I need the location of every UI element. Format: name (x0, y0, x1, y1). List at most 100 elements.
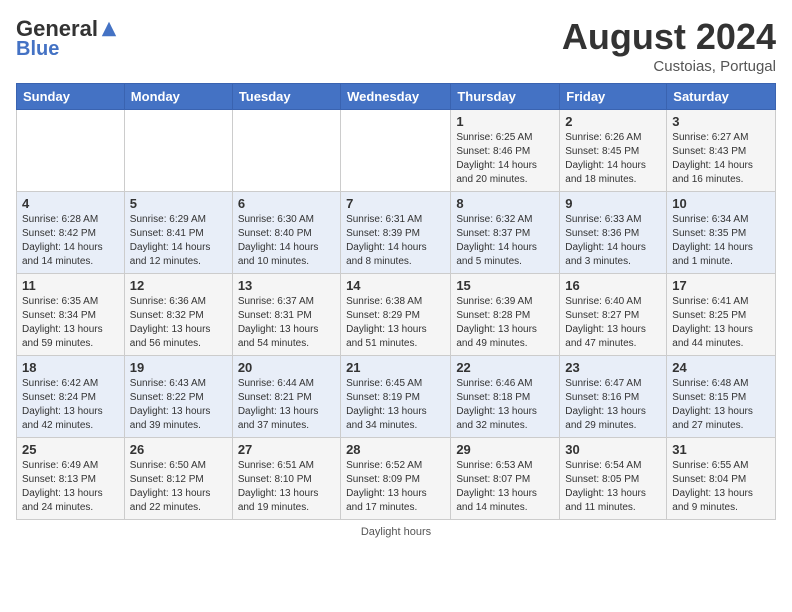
day-info: Sunrise: 6:27 AM Sunset: 8:43 PM Dayligh… (672, 131, 770, 187)
day-number: 9 (565, 196, 661, 211)
day-info: Sunrise: 6:48 AM Sunset: 8:15 PM Dayligh… (672, 377, 770, 433)
calendar-cell: 30 Sunrise: 6:54 AM Sunset: 8:05 PM Dayli… (560, 438, 667, 520)
day-number: 3 (672, 114, 770, 129)
title-block: August 2024 Custoias, Portugal (562, 16, 776, 75)
calendar-header: SundayMondayTuesdayWednesdayThursdayFrid… (17, 84, 776, 110)
calendar-cell: 17Sunrise: 6:41 AM Sunset: 8:25 PM Dayli… (667, 274, 776, 356)
logo-blue-text: Blue (16, 38, 59, 61)
day-number: 25 (22, 442, 119, 457)
week-row-1: 4 Sunrise: 6:28 AM Sunset: 8:42 PM Daylig… (17, 192, 776, 274)
day-info: Sunrise: 6:44 AM Sunset: 8:21 PM Dayligh… (238, 377, 335, 433)
calendar-cell: 2Sunrise: 6:26 AM Sunset: 8:45 PM Daylig… (560, 110, 667, 192)
day-number: 12 (130, 278, 227, 293)
day-info: Sunrise: 6:35 AM Sunset: 8:34 PM Dayligh… (22, 295, 119, 351)
calendar-cell: 4 Sunrise: 6:28 AM Sunset: 8:42 PM Daylig… (17, 192, 125, 274)
calendar-cell: 28 Sunrise: 6:52 AM Sunset: 8:09 PM Dayli… (341, 438, 451, 520)
day-info: Sunrise: 6:30 AM Sunset: 8:40 PM Dayligh… (238, 213, 335, 269)
calendar-cell: 18Sunrise: 6:42 AM Sunset: 8:24 PM Dayli… (17, 356, 125, 438)
day-number: 7 (346, 196, 445, 211)
day-number: 14 (346, 278, 445, 293)
week-row-3: 18Sunrise: 6:42 AM Sunset: 8:24 PM Dayli… (17, 356, 776, 438)
day-info: Sunrise: 6:32 AM Sunset: 8:37 PM Dayligh… (456, 213, 554, 269)
calendar-cell: 11 Sunrise: 6:35 AM Sunset: 8:34 PM Dayli… (17, 274, 125, 356)
day-number: 29 (456, 442, 554, 457)
footer-text: Daylight hours (16, 526, 776, 538)
header-row: SundayMondayTuesdayWednesdayThursdayFrid… (17, 84, 776, 110)
calendar-cell: 5 Sunrise: 6:29 AM Sunset: 8:41 PM Daylig… (124, 192, 232, 274)
day-number: 13 (238, 278, 335, 293)
day-info: Sunrise: 6:40 AM Sunset: 8:27 PM Dayligh… (565, 295, 661, 351)
calendar-cell: 6 Sunrise: 6:30 AM Sunset: 8:40 PM Daylig… (232, 192, 340, 274)
header-day-thursday: Thursday (451, 84, 560, 110)
logo: General Blue (16, 16, 118, 61)
day-number: 27 (238, 442, 335, 457)
calendar-cell: 31Sunrise: 6:55 AM Sunset: 8:04 PM Dayli… (667, 438, 776, 520)
calendar-cell: 1 Sunrise: 6:25 AM Sunset: 8:46 PM Daylig… (451, 110, 560, 192)
day-number: 8 (456, 196, 554, 211)
day-number: 11 (22, 278, 119, 293)
day-info: Sunrise: 6:25 AM Sunset: 8:46 PM Dayligh… (456, 131, 554, 187)
calendar-cell: 21 Sunrise: 6:45 AM Sunset: 8:19 PM Dayli… (341, 356, 451, 438)
location-subtitle: Custoias, Portugal (562, 58, 776, 75)
day-number: 24 (672, 360, 770, 375)
day-info: Sunrise: 6:26 AM Sunset: 8:45 PM Dayligh… (565, 131, 661, 187)
day-info: Sunrise: 6:54 AM Sunset: 8:05 PM Dayligh… (565, 459, 661, 515)
day-number: 4 (22, 196, 119, 211)
day-info: Sunrise: 6:38 AM Sunset: 8:29 PM Dayligh… (346, 295, 445, 351)
day-number: 18 (22, 360, 119, 375)
header-day-sunday: Sunday (17, 84, 125, 110)
day-number: 23 (565, 360, 661, 375)
day-number: 16 (565, 278, 661, 293)
calendar-cell (341, 110, 451, 192)
calendar-cell: 3 Sunrise: 6:27 AM Sunset: 8:43 PM Daylig… (667, 110, 776, 192)
day-number: 31 (672, 442, 770, 457)
calendar-cell: 8 Sunrise: 6:32 AM Sunset: 8:37 PM Daylig… (451, 192, 560, 274)
calendar-cell: 16 Sunrise: 6:40 AM Sunset: 8:27 PM Dayli… (560, 274, 667, 356)
calendar-cell: 26Sunrise: 6:50 AM Sunset: 8:12 PM Dayli… (124, 438, 232, 520)
calendar-cell: 19Sunrise: 6:43 AM Sunset: 8:22 PM Dayli… (124, 356, 232, 438)
day-number: 20 (238, 360, 335, 375)
day-info: Sunrise: 6:36 AM Sunset: 8:32 PM Dayligh… (130, 295, 227, 351)
week-row-2: 11 Sunrise: 6:35 AM Sunset: 8:34 PM Dayli… (17, 274, 776, 356)
calendar-cell: 13 Sunrise: 6:37 AM Sunset: 8:31 PM Dayli… (232, 274, 340, 356)
day-number: 19 (130, 360, 227, 375)
calendar-cell: 7 Sunrise: 6:31 AM Sunset: 8:39 PM Daylig… (341, 192, 451, 274)
calendar-cell: 10Sunrise: 6:34 AM Sunset: 8:35 PM Dayli… (667, 192, 776, 274)
day-info: Sunrise: 6:45 AM Sunset: 8:19 PM Dayligh… (346, 377, 445, 433)
header-day-monday: Monday (124, 84, 232, 110)
day-info: Sunrise: 6:31 AM Sunset: 8:39 PM Dayligh… (346, 213, 445, 269)
header-day-friday: Friday (560, 84, 667, 110)
calendar-cell: 20 Sunrise: 6:44 AM Sunset: 8:21 PM Dayli… (232, 356, 340, 438)
day-info: Sunrise: 6:37 AM Sunset: 8:31 PM Dayligh… (238, 295, 335, 351)
calendar-cell: 29Sunrise: 6:53 AM Sunset: 8:07 PM Dayli… (451, 438, 560, 520)
day-number: 21 (346, 360, 445, 375)
header-day-wednesday: Wednesday (341, 84, 451, 110)
day-number: 6 (238, 196, 335, 211)
day-info: Sunrise: 6:49 AM Sunset: 8:13 PM Dayligh… (22, 459, 119, 515)
logo-icon (100, 20, 118, 38)
page-header: General Blue August 2024 Custoias, Portu… (16, 16, 776, 75)
day-number: 5 (130, 196, 227, 211)
calendar-cell: 25 Sunrise: 6:49 AM Sunset: 8:13 PM Dayli… (17, 438, 125, 520)
day-number: 1 (456, 114, 554, 129)
week-row-0: 1 Sunrise: 6:25 AM Sunset: 8:46 PM Daylig… (17, 110, 776, 192)
calendar-cell: 22Sunrise: 6:46 AM Sunset: 8:18 PM Dayli… (451, 356, 560, 438)
calendar-cell: 24 Sunrise: 6:48 AM Sunset: 8:15 PM Dayli… (667, 356, 776, 438)
day-number: 22 (456, 360, 554, 375)
day-info: Sunrise: 6:28 AM Sunset: 8:42 PM Dayligh… (22, 213, 119, 269)
header-day-tuesday: Tuesday (232, 84, 340, 110)
day-info: Sunrise: 6:33 AM Sunset: 8:36 PM Dayligh… (565, 213, 661, 269)
day-number: 15 (456, 278, 554, 293)
calendar-cell: 14 Sunrise: 6:38 AM Sunset: 8:29 PM Dayli… (341, 274, 451, 356)
calendar-cell (17, 110, 125, 192)
day-number: 10 (672, 196, 770, 211)
day-info: Sunrise: 6:29 AM Sunset: 8:41 PM Dayligh… (130, 213, 227, 269)
calendar-cell: 23Sunrise: 6:47 AM Sunset: 8:16 PM Dayli… (560, 356, 667, 438)
calendar-table: SundayMondayTuesdayWednesdayThursdayFrid… (16, 83, 776, 520)
day-info: Sunrise: 6:52 AM Sunset: 8:09 PM Dayligh… (346, 459, 445, 515)
week-row-4: 25 Sunrise: 6:49 AM Sunset: 8:13 PM Dayli… (17, 438, 776, 520)
day-info: Sunrise: 6:50 AM Sunset: 8:12 PM Dayligh… (130, 459, 227, 515)
day-number: 30 (565, 442, 661, 457)
day-number: 28 (346, 442, 445, 457)
day-info: Sunrise: 6:51 AM Sunset: 8:10 PM Dayligh… (238, 459, 335, 515)
